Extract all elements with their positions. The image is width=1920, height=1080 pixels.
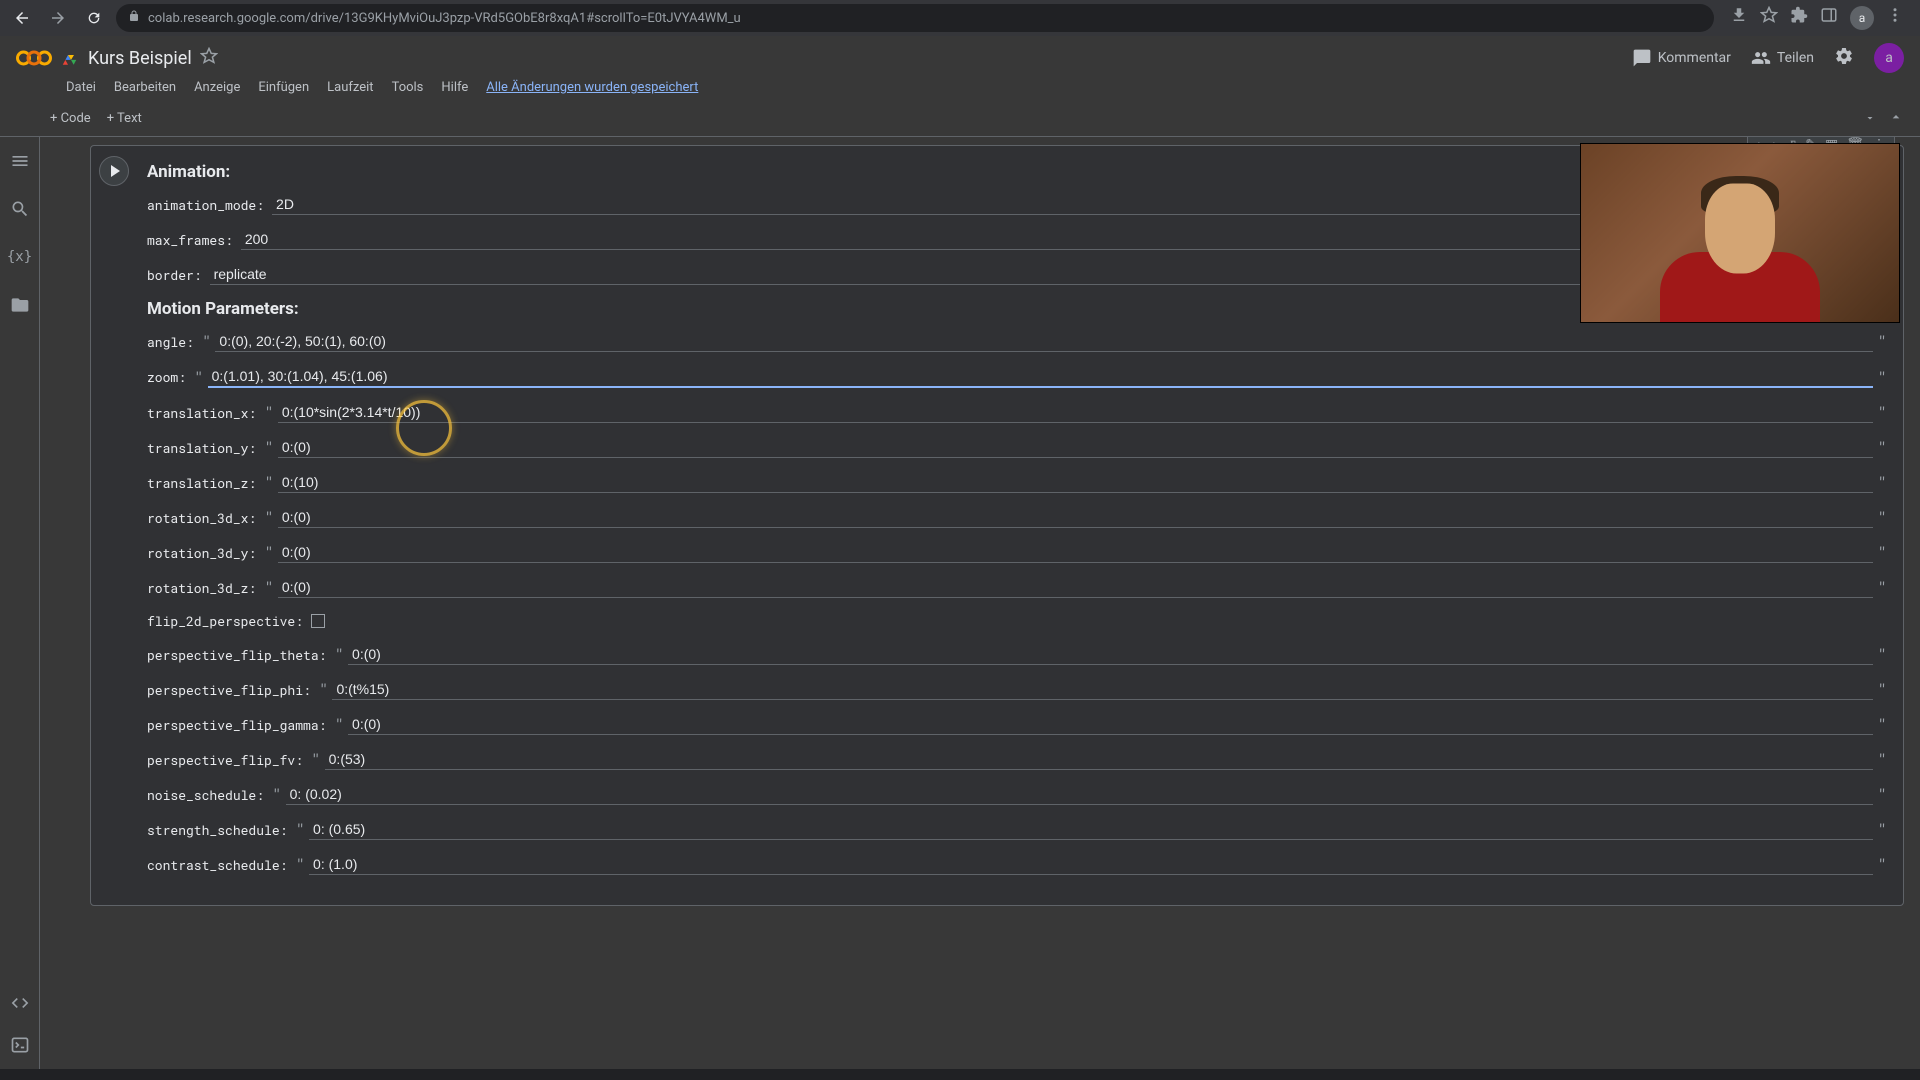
checkbox-flip-2d-perspective[interactable]	[311, 614, 325, 628]
browser-profile[interactable]: a	[1850, 6, 1874, 30]
menu-einfuegen[interactable]: Einfügen	[258, 80, 309, 95]
webcam-overlay	[1580, 143, 1900, 323]
extensions-icon[interactable]	[1790, 6, 1808, 30]
toc-icon[interactable]	[8, 149, 32, 173]
label-angle: angle:	[147, 333, 194, 351]
input-translation-z[interactable]	[278, 472, 1874, 493]
label-max-frames: max_frames:	[147, 231, 233, 249]
run-cell-button[interactable]	[99, 156, 129, 186]
menu-icon[interactable]	[1886, 6, 1904, 30]
label-contrast-schedule: contrast_schedule:	[147, 856, 287, 874]
lock-icon	[128, 10, 140, 26]
menu-hilfe[interactable]: Hilfe	[441, 80, 468, 95]
add-text-button[interactable]: + Text	[107, 111, 142, 126]
menu-tools[interactable]: Tools	[392, 80, 424, 95]
colab-logo-icon[interactable]	[16, 40, 52, 76]
input-contrast-schedule[interactable]	[309, 854, 1873, 875]
input-zoom[interactable]	[208, 366, 1874, 388]
collapse-icon[interactable]	[1888, 109, 1904, 129]
star-document-icon[interactable]	[200, 47, 218, 69]
code-snippets-icon[interactable]	[8, 991, 32, 1015]
label-perspective-flip-gamma: perspective_flip_gamma:	[147, 716, 326, 734]
input-noise-schedule[interactable]	[286, 784, 1874, 805]
comment-button[interactable]: Kommentar	[1632, 48, 1731, 68]
document-title[interactable]: Kurs Beispiel	[88, 48, 192, 69]
sidepanel-icon[interactable]	[1820, 6, 1838, 30]
label-noise-schedule: noise_schedule:	[147, 786, 264, 804]
label-zoom: zoom:	[147, 368, 186, 386]
menu-datei[interactable]: Datei	[66, 80, 96, 95]
input-rotation-3d-z[interactable]	[278, 577, 1874, 598]
input-strength-schedule[interactable]	[309, 819, 1873, 840]
toolbar: + Code + Text	[0, 101, 1920, 137]
save-status[interactable]: Alle Änderungen wurden gespeichert	[486, 80, 698, 95]
label-strength-schedule: strength_schedule:	[147, 821, 287, 839]
menu-laufzeit[interactable]: Laufzeit	[327, 80, 373, 95]
variables-icon[interactable]: {x}	[8, 245, 32, 269]
input-perspective-flip-theta[interactable]	[348, 644, 1873, 665]
files-icon[interactable]	[8, 293, 32, 317]
label-border: border:	[147, 266, 202, 284]
left-sidebar: {x}	[0, 137, 40, 1069]
label-flip-2d-perspective: flip_2d_perspective:	[147, 612, 303, 630]
input-angle[interactable]	[215, 331, 1873, 352]
install-icon[interactable]	[1730, 6, 1748, 30]
back-button[interactable]	[8, 4, 36, 32]
label-perspective-flip-fv: perspective_flip_fv:	[147, 751, 303, 769]
drive-icon	[62, 49, 80, 67]
share-button[interactable]: Teilen	[1751, 48, 1814, 68]
label-translation-x: translation_x:	[147, 404, 256, 422]
input-perspective-flip-fv[interactable]	[325, 749, 1874, 770]
label-translation-y: translation_y:	[147, 439, 256, 457]
label-translation-z: translation_z:	[147, 474, 256, 492]
notebook-content: ↑ ↓ ⬀ ✎ ▦ 🗑 ⋮ Animation: animation_mode:…	[40, 137, 1920, 1069]
input-rotation-3d-y[interactable]	[278, 542, 1874, 563]
url-bar[interactable]: colab.research.google.com/drive/13G9KHyM…	[116, 4, 1714, 32]
input-perspective-flip-gamma[interactable]	[348, 714, 1873, 735]
label-perspective-flip-theta: perspective_flip_theta:	[147, 646, 326, 664]
label-rotation-3d-z: rotation_3d_z:	[147, 579, 256, 597]
label-animation-mode: animation_mode:	[147, 196, 264, 214]
input-perspective-flip-phi[interactable]	[332, 679, 1873, 700]
terminal-icon[interactable]	[8, 1033, 32, 1057]
label-rotation-3d-y: rotation_3d_y:	[147, 544, 256, 562]
star-icon[interactable]	[1760, 6, 1778, 30]
settings-icon[interactable]	[1834, 46, 1854, 70]
url-text: colab.research.google.com/drive/13G9KHyM…	[148, 11, 741, 26]
browser-bar: colab.research.google.com/drive/13G9KHyM…	[0, 0, 1920, 36]
input-rotation-3d-x[interactable]	[278, 507, 1874, 528]
input-translation-x[interactable]	[278, 402, 1874, 423]
menu-bar: Datei Bearbeiten Anzeige Einfügen Laufze…	[16, 76, 1904, 101]
label-rotation-3d-x: rotation_3d_x:	[147, 509, 256, 527]
label-perspective-flip-phi: perspective_flip_phi:	[147, 681, 311, 699]
connect-dropdown-icon[interactable]	[1864, 109, 1876, 129]
input-translation-y[interactable]	[278, 437, 1874, 458]
menu-bearbeiten[interactable]: Bearbeiten	[114, 80, 176, 95]
search-icon[interactable]	[8, 197, 32, 221]
colab-header: Kurs Beispiel Kommentar Teilen a Datei B…	[0, 36, 1920, 101]
browser-actions: a	[1722, 6, 1912, 30]
add-code-button[interactable]: + Code	[50, 111, 91, 126]
forward-button[interactable]	[44, 4, 72, 32]
user-avatar[interactable]: a	[1874, 43, 1904, 73]
menu-anzeige[interactable]: Anzeige	[194, 80, 240, 95]
reload-button[interactable]	[80, 4, 108, 32]
